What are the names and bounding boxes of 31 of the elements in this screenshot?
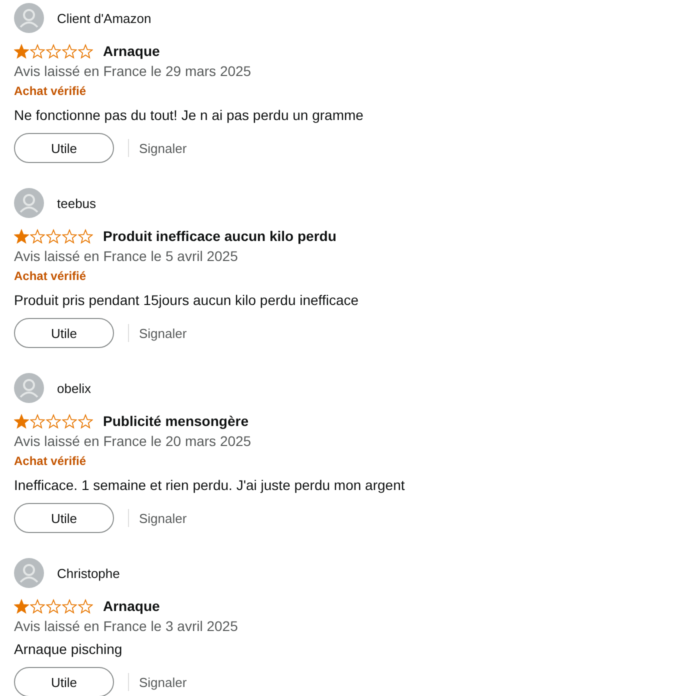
review-date: Avis laissé en France le 5 avril 2025 xyxy=(14,247,238,266)
review-date: Avis laissé en France le 20 mars 2025 xyxy=(14,432,252,451)
review-text: Inefficace. 1 semaine et rien perdu. J'ai juste perdu mon argent xyxy=(14,476,405,495)
review-text: Ne fonctionne pas du tout! Je n ai pas perdu un gramme xyxy=(14,106,364,125)
reviewer-name: obelix xyxy=(57,380,91,396)
reviewer-name: Client d'Amazon xyxy=(57,10,152,26)
review-date: Avis laissé en France le 29 mars 2025 xyxy=(14,62,252,81)
helpful-button[interactable]: Utile xyxy=(14,318,114,348)
verified-purchase-label: Achat vérifié xyxy=(14,268,86,285)
report-link[interactable]: Signaler xyxy=(139,326,187,340)
review-date: Avis laissé en France le 3 avril 2025 xyxy=(14,617,238,636)
helpful-button[interactable]: Utile xyxy=(14,667,114,696)
avatar-icon xyxy=(14,3,44,33)
helpful-button[interactable]: Utile xyxy=(14,133,114,163)
review-text: Arnaque pisching xyxy=(14,640,122,659)
report-link[interactable]: Signaler xyxy=(139,674,187,690)
avatar-icon xyxy=(14,188,44,218)
verified-purchase-label: Achat vérifié xyxy=(14,453,86,470)
review-title: Arnaque xyxy=(103,43,160,59)
reviewer-name: Christophe xyxy=(57,566,120,580)
verified-purchase-label: Achat vérifié xyxy=(14,83,86,100)
helpful-button[interactable]: Utile xyxy=(14,503,114,533)
report-link[interactable]: Signaler xyxy=(139,510,187,526)
avatar-icon xyxy=(14,558,44,588)
reviewer-name: teebus xyxy=(57,196,96,210)
review-title: Produit inefficace aucun kilo perdu xyxy=(103,228,336,244)
review-text: Produit pris pendant 15jours aucun kilo perdu inefficace xyxy=(14,291,359,310)
report-link[interactable]: Signaler xyxy=(139,140,187,156)
review-title: Publicité mensongère xyxy=(103,413,248,429)
review-title: Arnaque xyxy=(103,598,160,614)
avatar-icon xyxy=(14,373,44,403)
